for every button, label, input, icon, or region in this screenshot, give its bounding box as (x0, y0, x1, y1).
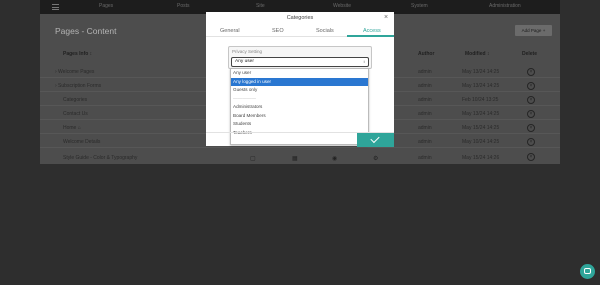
checkmark-icon (370, 133, 380, 144)
categories-modal: Categories × General SEO Socials Access … (206, 12, 394, 147)
tab-socials[interactable]: Socials (316, 28, 334, 34)
copy-icon[interactable]: ▢ (250, 155, 256, 162)
chat-bubble-icon (584, 268, 591, 274)
delete-icon[interactable]: × (527, 110, 535, 118)
option-board-members[interactable]: Board Members (231, 112, 368, 120)
row-title[interactable]: Home ⌂ (63, 125, 81, 131)
row-modified: May 15/24 14:26 (462, 155, 500, 161)
row-modified: May 13/24 14:25 (462, 111, 500, 117)
column-header-delete: Delete (522, 51, 538, 57)
hamburger-menu-icon[interactable] (52, 4, 59, 10)
delete-icon[interactable]: × (527, 82, 535, 90)
column-header-author: Author (418, 51, 435, 57)
nav-item-website[interactable]: Website (333, 3, 351, 9)
nav-item-site[interactable]: Site (256, 3, 265, 9)
option-separator: ————— (233, 95, 256, 101)
privacy-select[interactable]: Any user ↕ (231, 57, 369, 67)
delete-icon[interactable]: × (527, 138, 535, 146)
row-author: admin (418, 111, 432, 117)
row-modified: May 13/24 14:25 (462, 69, 500, 75)
privacy-setting-label: Privacy Setting (232, 49, 263, 54)
privacy-setting-group: Privacy Setting Any user ↕ (228, 46, 372, 69)
add-page-button[interactable]: Add Page + (515, 25, 552, 36)
settings-icon[interactable]: ⚙ (373, 155, 378, 162)
row-author: admin (418, 125, 432, 131)
close-icon[interactable]: × (384, 14, 388, 21)
tab-general[interactable]: General (220, 28, 240, 34)
nav-item-pages[interactable]: Pages (99, 3, 113, 9)
column-header-modified[interactable]: Modified ↕ (465, 51, 489, 57)
delete-icon[interactable]: × (527, 96, 535, 104)
option-students[interactable]: Students (231, 120, 368, 128)
save-button[interactable] (357, 133, 394, 147)
modal-footer (206, 132, 394, 147)
delete-icon[interactable]: × (527, 153, 535, 161)
row-modified: Feb 10/24 13:25 (462, 97, 499, 103)
row-author: admin (418, 69, 432, 75)
row-title[interactable]: Contact Us (63, 111, 88, 117)
layout-icon[interactable]: ▦ (292, 155, 298, 162)
nav-item-system[interactable]: System (411, 3, 428, 9)
tab-seo[interactable]: SEO (272, 28, 284, 34)
option-any-logged-in-user[interactable]: Any logged in user (231, 77, 368, 86)
select-arrows-icon: ↕ (363, 59, 365, 64)
row-author: admin (418, 83, 432, 89)
row-author: admin (418, 139, 432, 145)
row-title[interactable]: › Subscription Forms (55, 83, 101, 89)
row-modified: May 15/24 14:25 (462, 125, 500, 131)
option-guests-only[interactable]: Guests only (231, 86, 368, 94)
option-administrators[interactable]: Administrators (231, 103, 368, 111)
active-tab-indicator (347, 35, 394, 37)
delete-icon[interactable]: × (527, 124, 535, 132)
row-modified: May 13/24 14:25 (462, 83, 500, 89)
modal-title: Categories (286, 15, 314, 21)
modal-tabs: General SEO Socials Access (206, 26, 394, 37)
row-title[interactable]: Style Guide - Color & Typography (63, 155, 137, 161)
chat-button[interactable] (580, 264, 595, 279)
page-title: Pages - Content (55, 26, 117, 36)
table-row[interactable]: Style Guide - Color & Typography ▢ ▦ ◉ ⚙… (40, 152, 560, 164)
row-title[interactable]: Categories (63, 97, 87, 103)
row-title[interactable]: Welcome Details (63, 139, 100, 145)
row-modified: May 10/24 14:25 (462, 139, 500, 145)
row-title[interactable]: › Welcome Pages (55, 69, 94, 75)
tab-access[interactable]: Access (363, 28, 381, 34)
nav-item-administration[interactable]: Administration (489, 3, 521, 9)
row-author: admin (418, 155, 432, 161)
column-header-pages[interactable]: Pages Info ↕ (63, 51, 92, 57)
nav-item-posts[interactable]: Posts (177, 3, 190, 9)
option-any-user[interactable]: Any user (231, 69, 368, 77)
row-author: admin (418, 97, 432, 103)
toggle-icon[interactable]: ◉ (332, 155, 337, 162)
privacy-select-value: Any user (235, 59, 254, 64)
delete-icon[interactable]: × (527, 68, 535, 76)
